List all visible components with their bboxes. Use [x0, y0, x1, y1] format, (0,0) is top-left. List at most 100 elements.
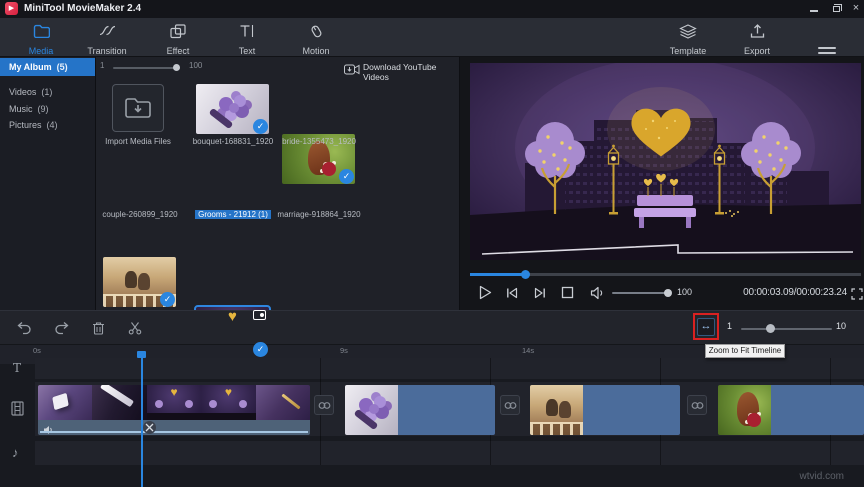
transition-clip-icon[interactable]: [500, 395, 520, 415]
media-item-couple[interactable]: ✓: [103, 257, 176, 307]
stop-button[interactable]: [561, 286, 574, 304]
zoom-fit-tooltip: Zoom to Fit Timeline: [705, 344, 785, 358]
sidebar: My Album (5) Videos (1) Music (9) Pictures (…: [0, 57, 95, 310]
play-button[interactable]: [477, 284, 493, 306]
youtube-download-icon: [344, 62, 360, 80]
timeline-clip-bouquet[interactable]: [345, 385, 495, 435]
tab-transition[interactable]: Transition: [75, 24, 139, 59]
timeline-zoom-max: 10: [836, 321, 847, 331]
delete-button[interactable]: [92, 321, 105, 340]
audio-fade-icon[interactable]: [143, 421, 156, 434]
timeline-zoom-handle[interactable]: [766, 324, 775, 333]
media-folder-icon: [9, 24, 73, 40]
sidebar-item-videos[interactable]: Videos (1): [0, 84, 95, 101]
tab-template[interactable]: Template: [656, 24, 720, 59]
seek-bar[interactable]: [470, 270, 861, 279]
fullscreen-icon[interactable]: [851, 287, 863, 305]
playhead[interactable]: [141, 351, 143, 487]
timeline-clip-grooms-video[interactable]: ♥ ♥: [38, 385, 310, 435]
audio-level-line: [40, 431, 308, 433]
volume-handle[interactable]: [664, 289, 672, 297]
video-badge-icon: [253, 310, 266, 320]
previous-frame-button[interactable]: [505, 286, 519, 305]
download-youtube-link[interactable]: Download YouTube Videos: [363, 62, 459, 82]
close-button[interactable]: ×: [848, 0, 864, 18]
redo-button[interactable]: [54, 321, 70, 340]
titlebar: ▶ MiniTool MovieMaker 2.4 ×: [0, 0, 864, 18]
sidebar-item-music[interactable]: Music (9): [0, 101, 95, 118]
ruler-tick: 14s: [522, 346, 535, 355]
media-item-label: marriage-918864_1920: [277, 210, 361, 219]
library-zoom-handle[interactable]: [173, 64, 180, 71]
music-track-icon: ♪: [12, 445, 19, 460]
import-media-tile[interactable]: [112, 84, 164, 132]
minimize-button[interactable]: [806, 0, 822, 18]
transition-clip-icon[interactable]: [314, 395, 334, 415]
tab-motion[interactable]: Motion: [284, 24, 348, 59]
clip-duration-block: [398, 385, 495, 435]
tab-transition-label: Transition: [87, 46, 127, 56]
seek-handle[interactable]: [521, 270, 530, 279]
tab-text[interactable]: Text: [215, 24, 279, 59]
clip-thumbnail: [718, 385, 771, 435]
clip-audio-strip[interactable]: [38, 420, 310, 435]
volume-slider[interactable]: [612, 292, 670, 294]
template-layers-icon: [656, 24, 720, 40]
check-icon: ✓: [253, 342, 268, 357]
library-zoom-slider[interactable]: [113, 67, 180, 69]
tab-export-label: Export: [743, 46, 770, 56]
motion-icon: [284, 24, 348, 40]
selected-item-label: Grooms - 21912 (1): [195, 210, 271, 219]
app-title: MiniTool MovieMaker 2.4: [24, 3, 142, 14]
media-library: 1 100 Download YouTube Videos Import Med…: [95, 57, 460, 407]
timeline-zoom-slider[interactable]: [741, 328, 832, 330]
tab-motion-label: Motion: [302, 46, 330, 56]
tab-media[interactable]: Media: [9, 24, 73, 59]
media-item-label: couple-260899_1920: [102, 210, 178, 219]
tab-template-label: Template: [669, 46, 707, 56]
music-track: [35, 441, 864, 465]
check-icon: ✓: [253, 119, 268, 134]
text-track: [35, 358, 864, 379]
check-icon: ✓: [160, 292, 175, 307]
maximize-button[interactable]: [828, 0, 844, 18]
tab-effect[interactable]: Effect: [146, 24, 210, 59]
sidebar-item-count: (4): [46, 120, 58, 130]
main-toolbar: Media Transition Effect Text Motion Temp…: [0, 18, 864, 59]
undo-button[interactable]: [16, 321, 32, 340]
heart-icon: ♥: [224, 385, 232, 399]
sidebar-item-count: (5): [56, 62, 68, 72]
minimize-icon: [810, 10, 818, 12]
speaker-icon: [43, 422, 53, 435]
watermark: wtvid.com: [799, 471, 844, 482]
sidebar-item-label: Music: [9, 104, 33, 114]
library-zoom-min: 1: [100, 61, 105, 70]
annotation-highlight-box: [693, 313, 719, 340]
ruler-tick: 9s: [340, 346, 348, 355]
split-button[interactable]: [128, 321, 142, 340]
volume-value: 100: [677, 287, 693, 297]
video-track-icon: [11, 401, 24, 421]
video-preview[interactable]: [470, 58, 861, 260]
media-item-label: Grooms - 21912 (1): [188, 210, 278, 219]
next-frame-button[interactable]: [533, 286, 547, 305]
transition-clip-icon[interactable]: [687, 395, 707, 415]
volume-icon[interactable]: [590, 286, 607, 305]
playhead-handle[interactable]: [137, 351, 146, 358]
media-item-bouquet[interactable]: ✓: [196, 84, 269, 134]
sidebar-item-count: (9): [37, 104, 49, 114]
clip-thumbnail: [345, 385, 398, 435]
library-zoom-max: 100: [189, 61, 203, 70]
sidebar-item-my-album[interactable]: My Album (5): [0, 58, 95, 76]
app-logo-icon: ▶: [5, 2, 18, 15]
tab-export[interactable]: Export: [725, 24, 789, 59]
timeline: 0s 9s 14s T ♪ ♥ ♥ wtvid.com: [0, 345, 864, 487]
time-display: 00:00:03.09/00:00:23.24: [743, 287, 847, 298]
timeline-clip-couple[interactable]: [530, 385, 680, 435]
tab-effect-label: Effect: [166, 46, 190, 56]
transition-icon: [75, 24, 139, 40]
clip-thumbnail: [530, 385, 583, 435]
heart-icon: ♥: [170, 385, 178, 399]
sidebar-item-pictures[interactable]: Pictures (4): [0, 117, 95, 134]
timeline-clip-bride[interactable]: [718, 385, 864, 435]
